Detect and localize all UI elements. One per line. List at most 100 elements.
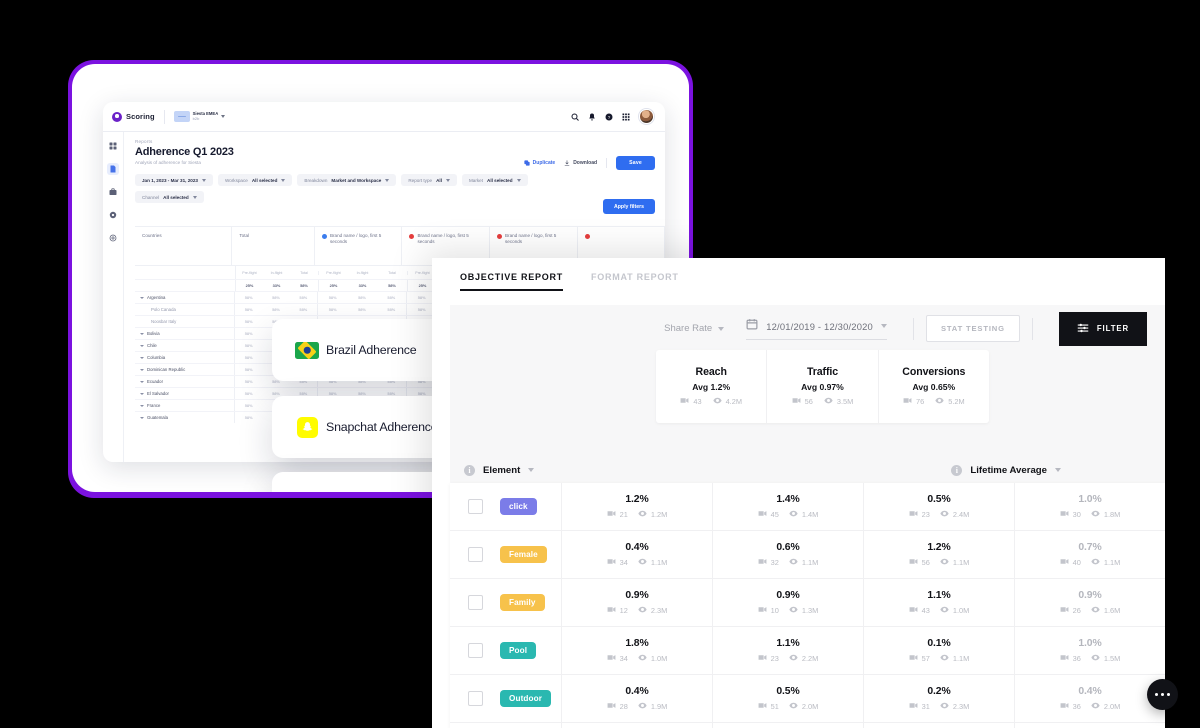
chevron-down-icon[interactable] [140, 344, 144, 347]
chevron-down-icon[interactable] [140, 404, 144, 407]
video-icon [607, 605, 616, 616]
sidebar-item-reports[interactable] [107, 163, 119, 175]
tab-format-report[interactable]: FORMAT REPORT [591, 272, 679, 291]
row-checkbox-cell[interactable] [450, 643, 500, 658]
chip-label: Report type [408, 177, 433, 183]
checkbox[interactable] [467, 499, 483, 514]
filter-chip-market[interactable]: Market All selected [461, 174, 528, 186]
checkbox[interactable] [467, 691, 483, 706]
workspace-selector[interactable]: Siesta EMEA b2b [173, 111, 226, 122]
sidebar-item-admin[interactable] [107, 232, 119, 244]
video-icon [758, 701, 767, 712]
checkbox[interactable] [467, 547, 483, 562]
status-badge[interactable]: Family [500, 594, 545, 611]
filter-button[interactable]: FILTER [1058, 311, 1147, 346]
row-checkbox-cell[interactable] [450, 547, 500, 562]
country-cell[interactable]: Ecuador [135, 376, 235, 387]
country-cell[interactable]: Polo Canada [135, 304, 235, 315]
th-label: Brand name / logo, first 5 seconds [417, 233, 469, 244]
row-checkbox-cell[interactable] [450, 595, 500, 610]
filter-chip-breakdown[interactable]: Breakdown Market and Workspace [297, 174, 397, 186]
metric-cell: 1.4% 45 1.4M [713, 494, 863, 520]
country-cell[interactable]: Guatemala [135, 412, 235, 423]
filter-chip-channel[interactable]: Channel All selected [135, 191, 204, 203]
report-column-headers: i Element i Lifetime Average [450, 457, 1165, 483]
country-cell[interactable]: Chile [135, 340, 235, 351]
date-range-picker[interactable]: 12/01/2019 - 12/30/2020 [746, 317, 887, 340]
status-badge[interactable]: click [500, 498, 537, 515]
metric-substats: 40 1.1M [1060, 557, 1120, 568]
view-count: 1.1M [1091, 557, 1120, 568]
table-row[interactable]: Family 0.9% 12 2.3M 0.9% 10 1.3M 1.1% 43 1.0M 0.9%… [450, 579, 1165, 627]
row-checkbox-cell[interactable] [450, 691, 500, 706]
chevron-down-icon[interactable] [140, 416, 144, 419]
country-cell[interactable]: Dominican Republic [135, 364, 235, 375]
chevron-down-icon[interactable] [140, 332, 144, 335]
view-count-value: 1.1M [952, 557, 970, 567]
brand-logo[interactable]: Scoring [112, 111, 155, 122]
country-cell[interactable]: France [135, 400, 235, 411]
table-row[interactable]: Happy0.7%131.0M0.3%191.8M0.8%471.3M0.9%2… [450, 723, 1165, 728]
country-cell[interactable]: Noosbar Italy [135, 316, 235, 327]
cell-value: 58% [244, 391, 253, 396]
save-button[interactable]: Save [616, 156, 655, 170]
country-cell[interactable]: Columbia [135, 352, 235, 363]
help-icon[interactable]: ? [605, 113, 613, 121]
eye-icon [940, 605, 949, 616]
status-badge[interactable]: Outdoor [500, 690, 551, 707]
share-rate-dropdown[interactable]: Share Rate [664, 323, 725, 334]
column-header-element[interactable]: i Element [450, 464, 561, 476]
country-cell[interactable]: El Salvador [135, 388, 235, 399]
apps-grid-icon[interactable] [622, 113, 630, 121]
view-count-value: 1.9M [650, 701, 668, 711]
user-avatar[interactable] [639, 109, 654, 124]
apply-filters-button[interactable]: Apply filters [603, 199, 655, 214]
metric-substats: 31 2.3M [909, 701, 969, 712]
breadcrumb[interactable]: Reports [135, 139, 665, 144]
filter-chip-reporttype[interactable]: Report type All [401, 174, 457, 186]
column-header-lifetime-average[interactable]: i Lifetime Average [951, 464, 1061, 476]
chevron-down-icon[interactable] [140, 356, 144, 359]
checkbox[interactable] [467, 643, 483, 658]
tab-objective-report[interactable]: OBJECTIVE REPORT [460, 272, 564, 291]
table-row[interactable]: Female 0.4% 34 1.1M 0.6% 32 1.1M 1.2% 56 1.1M 0.7%… [450, 531, 1165, 579]
view-count: 1.6M [1091, 605, 1120, 616]
chevron-down-icon[interactable] [140, 392, 144, 395]
metric-cell: 0.9% 26 1.6M [1015, 590, 1165, 616]
duplicate-button[interactable]: Duplicate [524, 160, 555, 166]
country-cell[interactable]: Argentina [135, 292, 235, 303]
sidebar-item-dashboard[interactable] [107, 140, 119, 152]
row-checkbox-cell[interactable] [450, 499, 500, 514]
sidebar-item-briefcase[interactable] [107, 186, 119, 198]
table-row[interactable]: Pool 1.8% 34 1.0M 1.1% 23 2.2M 0.1% 57 1.1M 1.0% 36… [450, 627, 1165, 675]
chevron-down-icon[interactable] [140, 380, 144, 383]
metric-cell: 0.9% 12 2.3M [562, 590, 712, 616]
cell-value: 58% [244, 355, 253, 360]
view-count-value: 1.0M [650, 653, 668, 663]
status-badge[interactable]: Pool [500, 642, 537, 659]
stat-testing-button[interactable]: STAT TESTING [925, 315, 1020, 342]
bell-icon[interactable] [588, 113, 596, 121]
more-options-fab[interactable] [1147, 679, 1178, 710]
view-count: 1.1M [789, 557, 818, 568]
view-count: 1.1M [638, 557, 667, 568]
youtube-icon [496, 233, 502, 239]
checkbox[interactable] [467, 595, 483, 610]
filter-chip-daterange[interactable]: Jan 1, 2023 - Mar 31, 2023 [135, 174, 213, 186]
country-label: Noosbar Italy [151, 319, 177, 324]
table-row[interactable]: click 1.2% 21 1.2M 1.4% 45 1.4M 0.5% 23 2.4M 1.0% 3… [450, 483, 1165, 531]
video-icon [909, 605, 918, 616]
country-cell[interactable]: Bolivia [135, 328, 235, 339]
table-row[interactable]: Outdoor 0.4% 28 1.9M 0.5% 51 2.0M 0.2% 31 2.3M 0.4… [450, 675, 1165, 723]
status-badge[interactable]: Female [500, 546, 547, 563]
download-button[interactable]: Download [564, 160, 597, 166]
cell-value: 58% [244, 319, 253, 324]
chevron-down-icon[interactable] [140, 368, 144, 371]
sidebar-item-settings[interactable] [107, 209, 119, 221]
video-count: 34 [607, 557, 628, 568]
filter-chip-workspace[interactable]: Workspace All selected [217, 174, 293, 186]
search-icon[interactable] [571, 113, 579, 121]
chevron-down-icon[interactable] [140, 296, 144, 299]
video-count: 34 [607, 653, 628, 664]
video-count-value: 36 [1072, 653, 1081, 663]
